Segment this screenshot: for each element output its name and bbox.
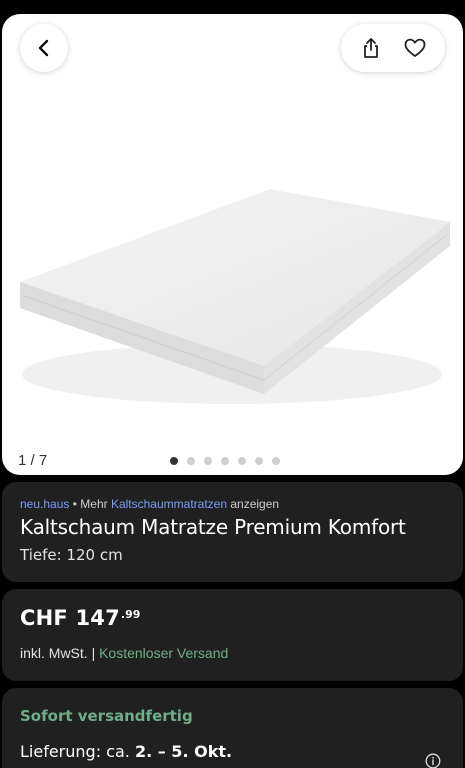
price: CHF 147 .99 (20, 606, 445, 630)
more-suffix: anzeigen (230, 497, 280, 511)
brand-link[interactable]: neu.haus (20, 497, 69, 511)
delivery-estimate: Lieferung: ca. 2. – 5. Okt. (20, 742, 445, 761)
tax-line: inkl. MwSt. | Kostenloser Versand (20, 645, 445, 661)
shipping-note: Kostenloser Versand (99, 645, 229, 661)
product-variant: Tiefe: 120 cm (20, 546, 123, 564)
price-amount: CHF 147 (20, 606, 120, 630)
product-title: Kaltschaum Matratze Premium Komfort (20, 515, 406, 539)
mattress-image (20, 189, 450, 404)
delivery-prefix: Lieferung: ca. (20, 742, 130, 761)
heart-icon (404, 38, 426, 57)
image-counter: 1 / 7 (18, 452, 48, 469)
product-gallery[interactable]: 1 / 7 (2, 14, 463, 475)
favorite-button[interactable] (397, 30, 433, 66)
more-prefix: • Mehr (72, 497, 108, 511)
price-cents: .99 (120, 608, 141, 621)
info-icon[interactable] (425, 753, 441, 768)
pagination-dot[interactable] (238, 457, 246, 465)
pagination-dot[interactable] (187, 457, 195, 465)
pagination-dot[interactable] (255, 457, 263, 465)
pagination-dot[interactable] (272, 457, 280, 465)
share-button[interactable] (353, 30, 389, 66)
tax-note: inkl. MwSt. | (20, 645, 96, 661)
price-card: CHF 147 .99 inkl. MwSt. | Kostenloser Ve… (2, 589, 463, 681)
pagination-dot[interactable] (170, 457, 178, 465)
gallery-pagination[interactable] (170, 457, 280, 465)
stock-status: Sofort versandfertig (20, 707, 193, 725)
delivery-dates: 2. – 5. Okt. (134, 742, 233, 761)
brand-line: neu.haus • Mehr Kaltschaummatratzen anze… (20, 497, 445, 511)
pagination-dot[interactable] (204, 457, 212, 465)
action-pill (341, 24, 445, 72)
category-link[interactable]: Kaltschaummatratzen (111, 497, 227, 511)
product-info-card: neu.haus • Mehr Kaltschaummatratzen anze… (2, 482, 463, 582)
back-button[interactable] (20, 24, 68, 72)
share-icon (364, 38, 378, 58)
availability-card: Sofort versandfertig Lieferung: ca. 2. –… (2, 688, 463, 768)
chevron-left-icon (38, 39, 49, 57)
pagination-dot[interactable] (221, 457, 229, 465)
